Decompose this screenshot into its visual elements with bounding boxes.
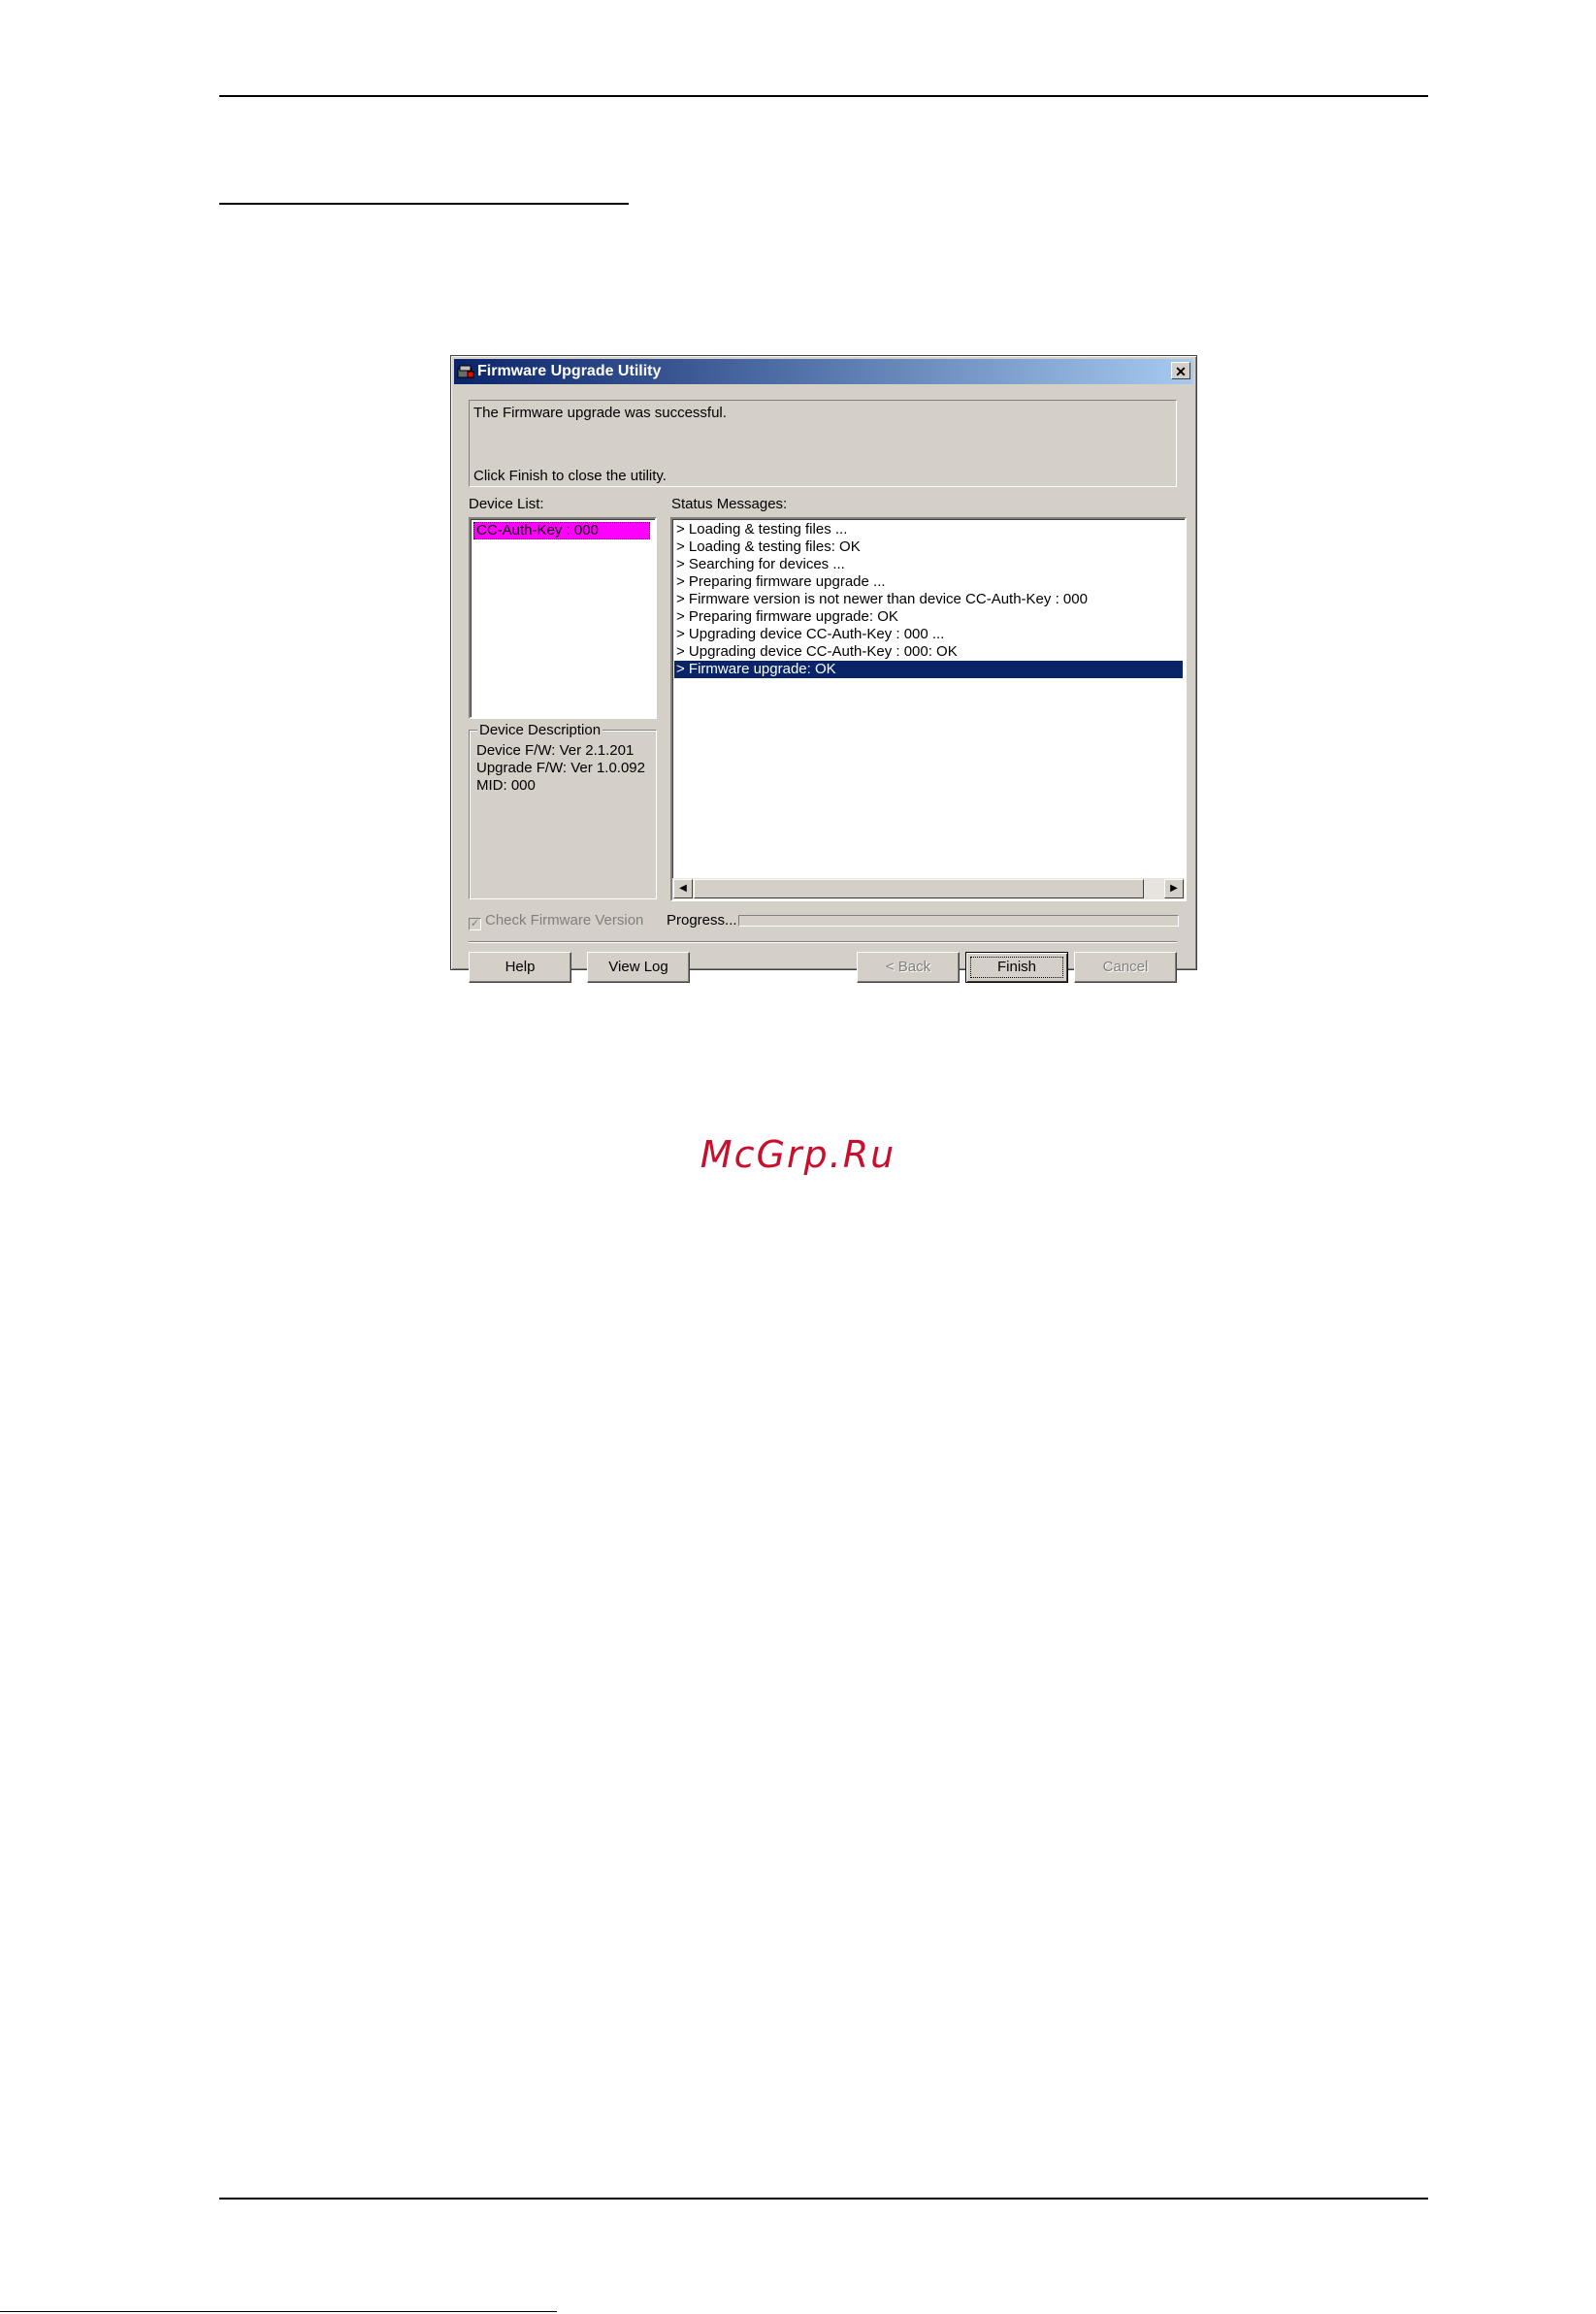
cancel-button: Cancel (1074, 952, 1177, 983)
device-list-item[interactable]: CC-Auth-Key : 000 (473, 522, 650, 539)
status-line[interactable]: > Searching for devices ... (674, 556, 1183, 573)
finish-button[interactable]: Finish (965, 952, 1068, 983)
button-separator (469, 941, 1177, 943)
device-mid: MID: 000 (476, 777, 536, 794)
firmware-upgrade-dialog: Firmware Upgrade Utility ✕ The Firmware … (450, 355, 1197, 983)
status-line[interactable]: > Firmware upgrade: OK (674, 661, 1183, 678)
back-button: < Back (857, 952, 960, 983)
status-line[interactable]: > Upgrading device CC-Auth-Key : 000 ... (674, 626, 1183, 643)
finish-button-label: Finish (970, 957, 1063, 978)
status-messages-label: Status Messages: (671, 496, 788, 512)
help-button[interactable]: Help (469, 952, 571, 983)
scroll-left-icon[interactable]: ◀ (673, 879, 693, 898)
title-bar[interactable]: Firmware Upgrade Utility ✕ (454, 359, 1193, 384)
checkmark-icon: ✓ (470, 918, 480, 929)
scroll-right-icon[interactable]: ▶ (1164, 879, 1184, 898)
status-line[interactable]: > Upgrading device CC-Auth-Key : 000: OK (674, 643, 1183, 661)
status-line[interactable]: > Loading & testing files ... (674, 521, 1183, 538)
status-line[interactable]: > Preparing firmware upgrade: OK (674, 608, 1183, 626)
close-icon: ✕ (1175, 364, 1187, 379)
dialog-title: Firmware Upgrade Utility (477, 363, 662, 379)
device-list[interactable]: CC-Auth-Key : 000 (469, 517, 657, 719)
scroll-thumb[interactable] (694, 879, 1144, 898)
status-line[interactable]: > Loading & testing files: OK (674, 538, 1183, 556)
status-line[interactable]: > Preparing firmware upgrade ... (674, 573, 1183, 591)
view-log-button[interactable]: View Log (587, 952, 690, 983)
watermark-text: McGrp.Ru (700, 1133, 896, 1176)
footer-rule (219, 2198, 1428, 2200)
close-button[interactable]: ✕ (1171, 362, 1190, 379)
check-firmware-version-option: ✓ Check Firmware Version (469, 912, 643, 930)
status-line[interactable]: > Firmware version is not newer than dev… (674, 591, 1183, 608)
section-title-underline (219, 203, 629, 205)
instruction-message: Click Finish to close the utility. (473, 468, 667, 484)
app-icon (457, 365, 474, 378)
progress-label: Progress... (667, 912, 737, 929)
check-firmware-version-checkbox: ✓ (469, 918, 481, 930)
device-list-label: Device List: (469, 496, 544, 512)
result-message-box: The Firmware upgrade was successful. Cli… (469, 400, 1177, 487)
upgrade-fw-version: Upgrade F/W: Ver 1.0.092 (476, 760, 645, 776)
check-firmware-version-label: Check Firmware Version (485, 912, 644, 929)
status-messages-list[interactable]: > Loading & testing files ... > Loading … (670, 517, 1187, 901)
horizontal-scrollbar[interactable]: ◀ ▶ (672, 878, 1185, 899)
device-fw-version: Device F/W: Ver 2.1.201 (476, 742, 635, 759)
device-description-group: Device Description Device F/W: Ver 2.1.2… (469, 722, 657, 899)
device-description-legend: Device Description (477, 722, 603, 738)
progress-bar (738, 915, 1179, 927)
result-message: The Firmware upgrade was successful. (473, 405, 727, 421)
bottom-edge-rule (0, 2311, 557, 2312)
header-rule (219, 95, 1428, 97)
